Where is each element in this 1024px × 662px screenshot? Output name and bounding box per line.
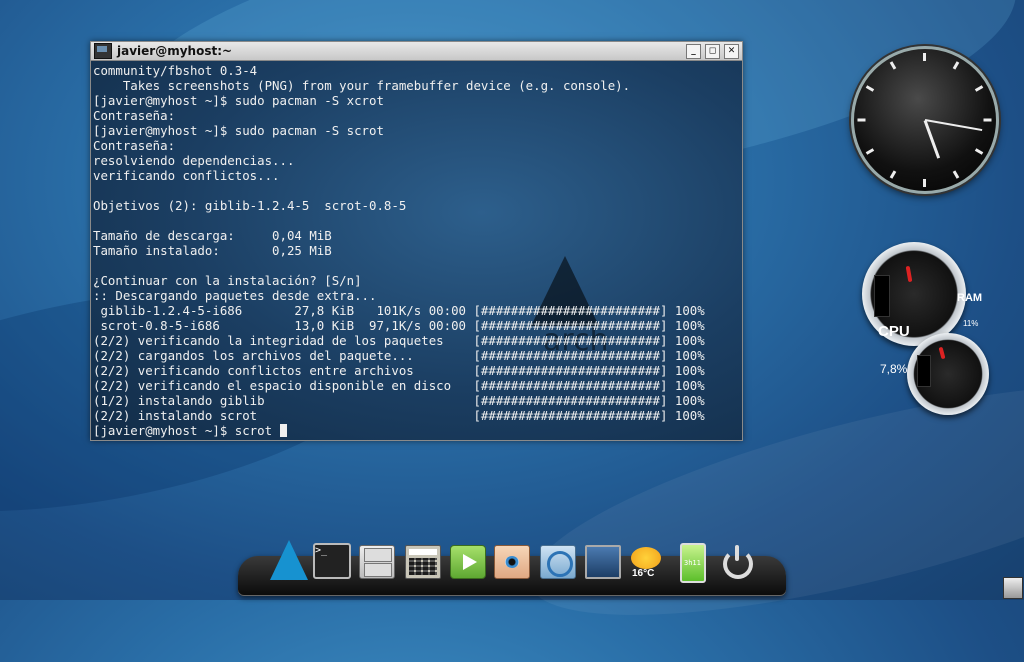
media-player-icon[interactable]: [450, 545, 486, 579]
battery-icon[interactable]: 3h11: [680, 543, 706, 583]
weather-icon[interactable]: 16°C: [630, 545, 662, 579]
cpu-label: CPU: [878, 323, 910, 340]
weather-temperature: 16°C: [632, 568, 655, 579]
clock-tick: [923, 179, 926, 187]
ram-gauge-needle: [938, 346, 946, 360]
clock-hour-hand: [923, 119, 941, 159]
terminal-line: (2/2) verificando la integridad de los p…: [93, 333, 705, 348]
terminal-glyph: >_: [315, 545, 328, 556]
minimize-button[interactable]: _: [686, 44, 701, 59]
ram-gauge: [907, 333, 989, 415]
terminal-line: community/fbshot 0.3-4: [93, 63, 258, 78]
terminal-line: (2/2) cargandos los archivos del paquete…: [93, 348, 705, 363]
clock-minute-hand: [924, 119, 983, 132]
terminal-line: Takes screenshots (PNG) from your frameb…: [93, 78, 631, 93]
terminal-line: Objetivos (2): giblib-1.2.4-5 scrot-0.8-…: [93, 198, 407, 213]
terminal-line: [javier@myhost ~]$ sudo pacman -S xcrot: [93, 93, 384, 108]
terminal-line: scrot-0.8-5-i686 13,0 KiB 97,1K/s 00:00 …: [93, 318, 705, 333]
ram-value: 11%: [963, 319, 979, 328]
window-controls: _ ◻ ✕: [686, 44, 739, 59]
terminal-lines: community/fbshot 0.3-4 Takes screenshots…: [93, 63, 705, 438]
clock-tick: [952, 61, 960, 70]
arch-icon[interactable]: [270, 540, 308, 580]
power-icon[interactable]: [720, 544, 754, 579]
terminal-line: (2/2) verificando el espacio disponible …: [93, 378, 705, 393]
terminal-line: giblib-1.2.4-5-i686 27,8 KiB 101K/s 00:0…: [93, 303, 705, 318]
computer-tray-icon[interactable]: [1003, 577, 1023, 599]
screenshot-icon[interactable]: [585, 545, 621, 579]
terminal-line: (2/2) instalando scrot [################…: [93, 408, 705, 423]
maximize-button[interactable]: ◻: [705, 44, 720, 59]
prompt-text: [javier@myhost ~]$ scrot: [93, 423, 280, 438]
terminal-line: Tamaño de descarga: 0,04 MiB: [93, 228, 332, 243]
terminal-line: Contraseña:: [93, 138, 176, 153]
battery-time: 3h11: [684, 559, 701, 567]
analog-clock-widget: [851, 46, 999, 194]
clock-tick: [974, 148, 984, 155]
clock-tick: [889, 61, 897, 70]
window-titlebar[interactable]: javier@myhost:~ _ ◻ ✕: [91, 42, 742, 61]
file-manager-icon[interactable]: [359, 545, 395, 579]
sun-icon: [631, 547, 661, 569]
terminal-line: ¿Continuar con la instalación? [S/n]: [93, 273, 362, 288]
terminal-line: resolviendo dependencias...: [93, 153, 295, 168]
terminal-output[interactable]: arch community/fbshot 0.3-4 Takes screen…: [91, 61, 742, 440]
terminal-line: :: Descargando paquetes desde extra...: [93, 288, 377, 303]
clock-tick: [857, 118, 866, 122]
clock-tick: [923, 53, 926, 61]
terminal-line: Tamaño instalado: 0,25 MiB: [93, 243, 332, 258]
terminal-line: Contraseña:: [93, 108, 176, 123]
terminal-line: verificando conflictos...: [93, 168, 280, 183]
close-button[interactable]: ✕: [724, 44, 739, 59]
terminal-line: (1/2) instalando giblib [###############…: [93, 393, 705, 408]
ram-label: RAM: [957, 292, 983, 304]
ram-gauge-bar: [917, 355, 931, 387]
clock-tick: [952, 170, 960, 179]
clock-tick: [865, 148, 875, 155]
cpu-value: 7,8%: [880, 362, 908, 376]
cpu-gauge-bar: [874, 275, 890, 317]
clock-tick: [889, 170, 897, 179]
text-cursor: [279, 424, 287, 437]
terminal-prompt[interactable]: [javier@myhost ~]$ scrot: [93, 423, 705, 438]
terminal-icon[interactable]: >_: [313, 543, 351, 579]
terminal-line: (2/2) verificando conflictos entre archi…: [93, 363, 705, 378]
terminal-app-icon: [94, 43, 112, 59]
clock-tick: [865, 85, 875, 92]
image-viewer-icon[interactable]: [494, 545, 530, 579]
browser-icon[interactable]: [540, 545, 576, 579]
window-title: javier@myhost:~: [117, 44, 233, 58]
terminal-window[interactable]: javier@myhost:~ _ ◻ ✕ arch community/fbs…: [90, 41, 743, 441]
clock-tick: [983, 118, 992, 122]
calculator-icon[interactable]: [405, 545, 441, 579]
terminal-line: [javier@myhost ~]$ sudo pacman -S scrot: [93, 123, 384, 138]
cpu-gauge-needle: [905, 265, 913, 283]
clock-tick: [974, 85, 984, 92]
